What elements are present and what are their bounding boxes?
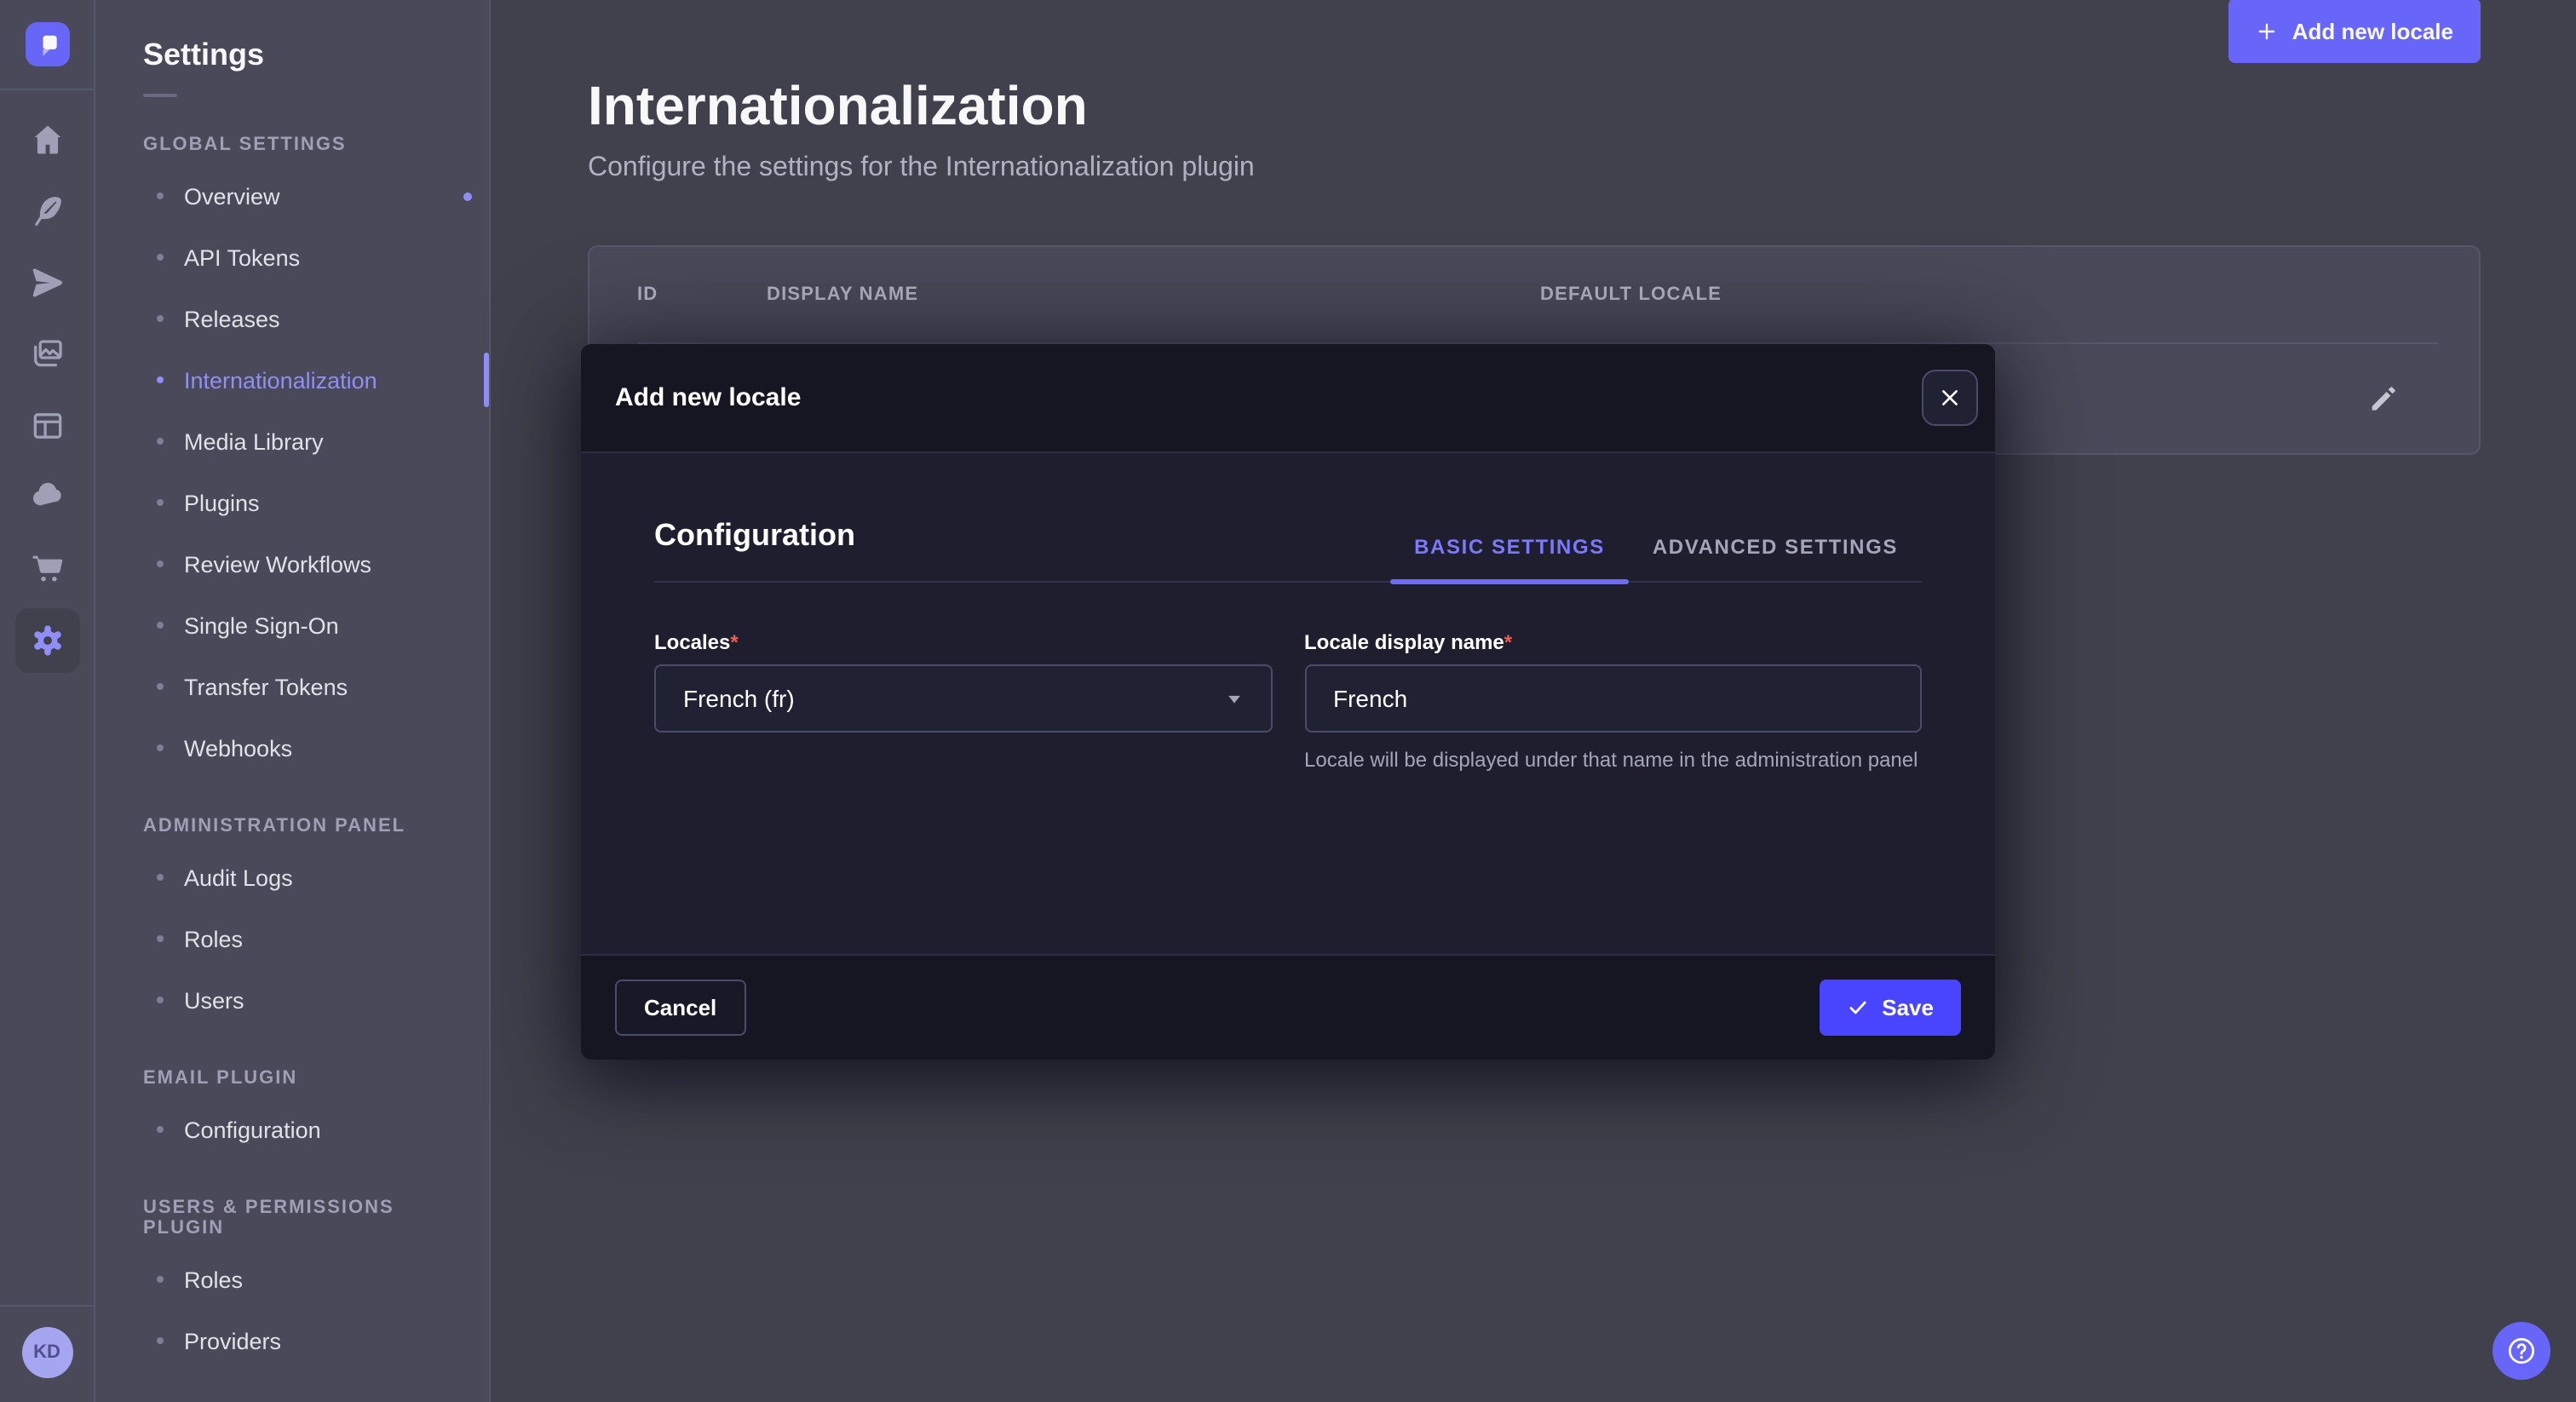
locales-select[interactable]: French (fr) <box>654 664 1272 733</box>
display-name-input[interactable] <box>1304 664 1922 733</box>
add-locale-modal: Add new locale Configuration BASIC SETTI… <box>581 344 1995 1060</box>
settings-tabs: BASIC SETTINGSADVANCED SETTINGS <box>1390 518 1922 581</box>
display-name-hint: Locale will be displayed under that name… <box>1304 746 1922 775</box>
app-window: KD Settings GLOBAL SETTINGSOverviewAPI T… <box>0 0 2576 1402</box>
close-button[interactable] <box>1922 370 1978 426</box>
chevron-down-icon <box>1224 689 1243 708</box>
tab-basic-settings[interactable]: BASIC SETTINGS <box>1390 518 1629 581</box>
modal-title: Add new locale <box>615 383 801 412</box>
close-icon <box>1939 387 1961 409</box>
locales-label: Locales* <box>654 630 1272 654</box>
tab-advanced-settings[interactable]: ADVANCED SETTINGS <box>1629 518 1922 581</box>
modal-footer: Cancel Save <box>581 954 1995 1060</box>
save-button[interactable]: Save <box>1819 980 1961 1036</box>
modal-body: Configuration BASIC SETTINGSADVANCED SET… <box>581 453 1995 954</box>
locales-field: Locales* French (fr) <box>654 630 1272 775</box>
configuration-heading: Configuration <box>654 518 855 581</box>
check-icon <box>1846 997 1868 1019</box>
display-name-label: Locale display name* <box>1304 630 1922 654</box>
display-name-field: Locale display name* Locale will be disp… <box>1304 630 1922 775</box>
cancel-button[interactable]: Cancel <box>615 980 745 1036</box>
modal-header: Add new locale <box>581 344 1995 453</box>
